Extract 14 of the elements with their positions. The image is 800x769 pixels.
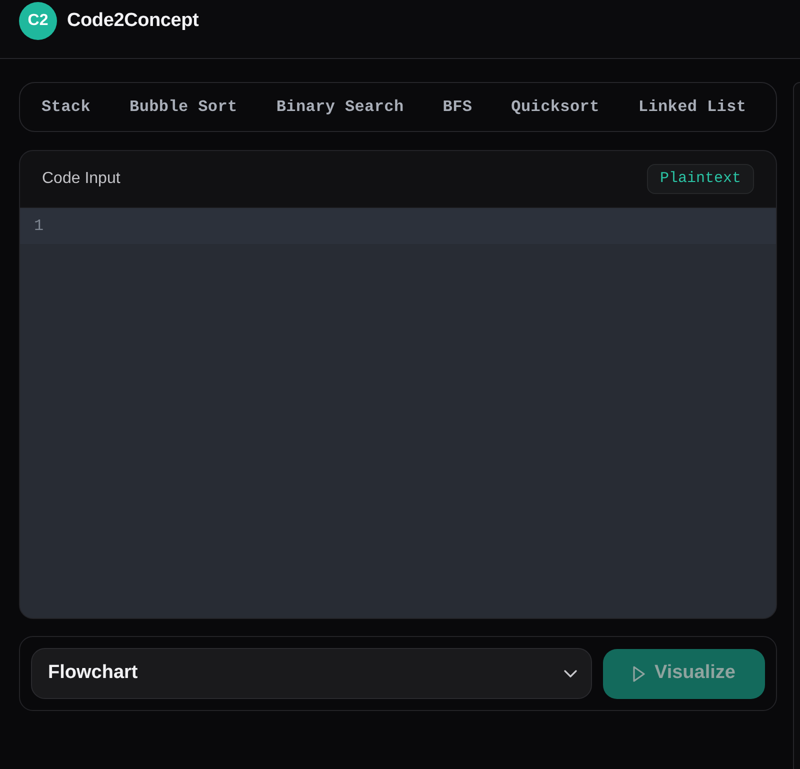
app-title: Code2Concept — [67, 8, 199, 33]
caret-icon — [564, 670, 577, 678]
example-tab[interactable]: Binary Search — [256, 89, 424, 125]
example-tab[interactable]: Quicksort — [492, 89, 619, 125]
play-icon — [632, 666, 644, 682]
example-tab[interactable]: Bubble Sort — [110, 89, 257, 125]
example-tab[interactable]: Linked List — [618, 89, 766, 125]
panel-title: Code Input — [42, 169, 120, 189]
example-tab[interactable]: Stack — [22, 89, 110, 125]
diagram-type-dropdown[interactable]: Flowchart — [31, 648, 592, 699]
line-number: 1 — [34, 216, 44, 237]
example-tab[interactable]: BFS — [423, 89, 492, 125]
logo-badge: C2 — [19, 2, 57, 40]
language-tag: Plaintext — [646, 164, 754, 194]
